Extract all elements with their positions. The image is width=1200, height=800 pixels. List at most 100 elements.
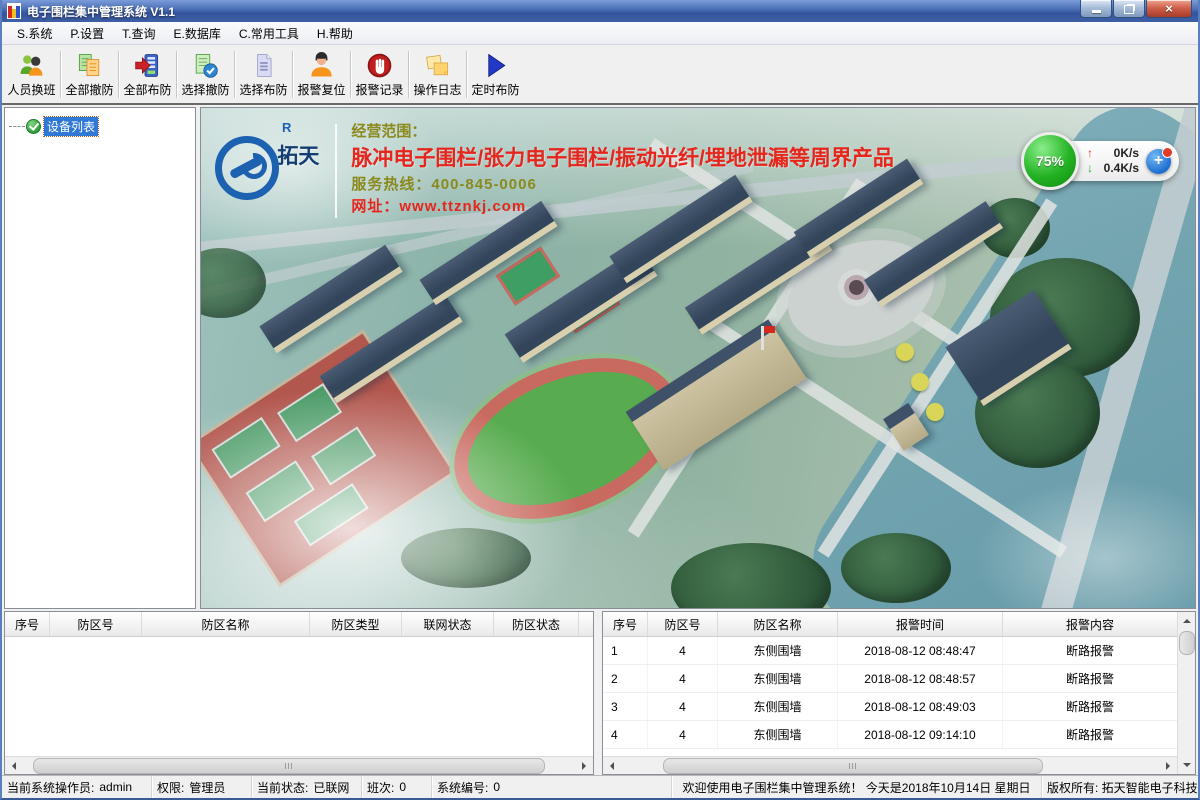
timed-arm-button[interactable]: 定时布防	[468, 46, 523, 103]
cell-time: 2018-08-12 08:49:03	[838, 693, 1003, 720]
alarm-col-seq[interactable]: 序号	[603, 612, 648, 636]
device-list-node[interactable]: 设备列表	[44, 117, 98, 136]
cell-zone: 4	[648, 721, 718, 748]
minimize-button[interactable]	[1080, 0, 1112, 18]
hscroll-track[interactable]	[620, 757, 1160, 774]
scene-shape	[764, 326, 775, 333]
brand-name: 拓天	[277, 140, 319, 170]
status-welcome: 欢迎使用电子围栏集中管理系统！ 今天是2018年10月14日 星期日	[672, 776, 1042, 798]
memory-percent-ball[interactable]: 75%	[1021, 132, 1079, 190]
zone-col-zone-state[interactable]: 防区状态	[494, 612, 579, 636]
toolbar: 人员换班 全部撤防 全部布防 选择撤防 选择布防 报警复位 报警	[2, 45, 1198, 105]
download-arrow-icon: ↓	[1087, 161, 1093, 176]
registered-mark: R	[282, 120, 291, 135]
widget-plus-button[interactable]: +	[1146, 149, 1171, 174]
operation-log-button[interactable]: 操作日志	[410, 46, 465, 103]
hscroll-thumb[interactable]	[663, 758, 1043, 774]
zone-col-net-state[interactable]: 联网状态	[402, 612, 494, 636]
zone-status-table: 序号 防区号 防区名称 防区类型 联网状态 防区状态	[4, 611, 594, 775]
tool-label: 选择撤防	[181, 81, 229, 98]
zone-col-zone-no[interactable]: 防区号	[50, 612, 142, 636]
alarm-table-hscrollbar[interactable]	[603, 756, 1177, 774]
alarm-col-zone-no[interactable]: 防区号	[648, 612, 718, 636]
tool-label: 选择布防	[239, 81, 287, 98]
scroll-right-icon	[582, 762, 590, 770]
cell-seq: 3	[603, 693, 648, 720]
scroll-left-icon	[8, 762, 16, 770]
business-scope-label: 经营范围：	[351, 120, 894, 141]
zone-col-seq[interactable]: 序号	[5, 612, 50, 636]
permission-value: 管理员	[189, 779, 225, 796]
table-row[interactable]: 1 4 东侧围墙 2018-08-12 08:48:47 断路报警	[603, 637, 1177, 665]
tuotian-logo-icon	[215, 136, 279, 200]
table-row[interactable]: 3 4 东侧围墙 2018-08-12 08:49:03 断路报警	[603, 693, 1177, 721]
operation-log-icon	[424, 52, 452, 80]
restore-icon	[1124, 5, 1134, 14]
tool-label: 报警记录	[355, 81, 403, 98]
zone-col-zone-name[interactable]: 防区名称	[142, 612, 310, 636]
disarm-all-button[interactable]: 全部撤防	[62, 46, 117, 103]
tool-label: 操作日志	[413, 81, 461, 98]
scroll-left-button[interactable]	[603, 757, 620, 774]
scroll-up-button[interactable]	[1178, 612, 1195, 629]
menu-help[interactable]: H.帮助	[308, 23, 362, 44]
net-speed-widget[interactable]: 75% ↑ 0K/s ↓ 0.4K/s +	[1021, 132, 1179, 190]
menu-bar: S.系统 P.设置 T.查询 E.数据库 C.常用工具 H.帮助	[2, 22, 1198, 45]
device-tree-panel: 设备列表	[4, 107, 196, 609]
menu-database[interactable]: E.数据库	[164, 23, 229, 44]
close-button[interactable]: ×	[1146, 0, 1192, 18]
toolbar-separator	[292, 51, 293, 98]
scroll-down-button[interactable]	[1178, 757, 1195, 774]
cell-time: 2018-08-12 09:14:10	[838, 721, 1003, 748]
scene-shape	[841, 533, 951, 603]
upload-rate-value: 0K/s	[1099, 146, 1139, 161]
shift-value: 0	[399, 780, 406, 794]
status-bar: 当前系统操作员: admin 权限: 管理员 当前状态: 已联网 班次: 0 系…	[2, 775, 1198, 798]
arm-select-button[interactable]: 选择布防	[236, 46, 291, 103]
menu-system[interactable]: S.系统	[8, 23, 61, 44]
brand-banner: R 拓天 经营范围： 脉冲电子围栏/张力电子围栏/振动光纤/埋地泄漏等周界产品 …	[215, 114, 894, 218]
table-row[interactable]: 4 4 东侧围墙 2018-08-12 09:14:10 断路报警	[603, 721, 1177, 749]
alarm-col-content[interactable]: 报警内容	[1003, 612, 1177, 636]
status-operator: 当前系统操作员: admin	[2, 776, 152, 798]
alarm-table-body: 1 4 东侧围墙 2018-08-12 08:48:47 断路报警 2 4 东侧…	[603, 637, 1177, 756]
disarm-select-button[interactable]: 选择撤防	[178, 46, 233, 103]
scroll-right-button[interactable]	[576, 757, 593, 774]
alarm-col-time[interactable]: 报警时间	[838, 612, 1003, 636]
alarm-col-zone-name[interactable]: 防区名称	[718, 612, 838, 636]
cell-seq: 2	[603, 665, 648, 692]
cell-content: 断路报警	[1003, 637, 1177, 664]
scene-shape	[926, 403, 944, 421]
table-row[interactable]: 2 4 东侧围墙 2018-08-12 08:48:57 断路报警	[603, 665, 1177, 693]
cell-content: 断路报警	[1003, 721, 1177, 748]
zone-col-zone-type[interactable]: 防区类型	[310, 612, 402, 636]
tree-row-device-list[interactable]: 设备列表	[5, 108, 195, 136]
cell-name: 东侧围墙	[718, 693, 838, 720]
arm-all-button[interactable]: 全部布防	[120, 46, 175, 103]
upload-arrow-icon: ↑	[1087, 146, 1093, 161]
scroll-left-button[interactable]	[5, 757, 22, 774]
zone-table-hscrollbar[interactable]	[5, 756, 593, 774]
shift-change-button[interactable]: 人员换班	[4, 46, 59, 103]
vscroll-thumb[interactable]	[1179, 631, 1195, 655]
scroll-right-button[interactable]	[1160, 757, 1177, 774]
scene-shape	[911, 373, 929, 391]
menu-settings[interactable]: P.设置	[61, 23, 113, 44]
toolbar-separator	[408, 51, 409, 98]
alarm-table-vscrollbar[interactable]	[1177, 612, 1195, 774]
hscroll-thumb[interactable]	[33, 758, 545, 774]
tool-label: 定时布防	[471, 81, 519, 98]
scroll-left-icon	[606, 762, 614, 770]
alarm-record-button[interactable]: 报警记录	[352, 46, 407, 103]
menu-query[interactable]: T.查询	[113, 23, 164, 44]
alarm-record-icon	[366, 52, 394, 80]
alarm-records-table: 序号 防区号 防区名称 报警时间 报警内容 1 4 东侧围墙 2018-08-1…	[602, 611, 1196, 775]
toolbar-separator	[118, 51, 119, 98]
scroll-down-icon	[1183, 763, 1191, 771]
restore-button[interactable]	[1113, 0, 1145, 18]
status-permission: 权限: 管理员	[152, 776, 252, 798]
menu-tools[interactable]: C.常用工具	[230, 23, 308, 44]
alarm-reset-button[interactable]: 报警复位	[294, 46, 349, 103]
vscroll-track[interactable]	[1178, 629, 1195, 757]
hscroll-track[interactable]	[22, 757, 576, 774]
